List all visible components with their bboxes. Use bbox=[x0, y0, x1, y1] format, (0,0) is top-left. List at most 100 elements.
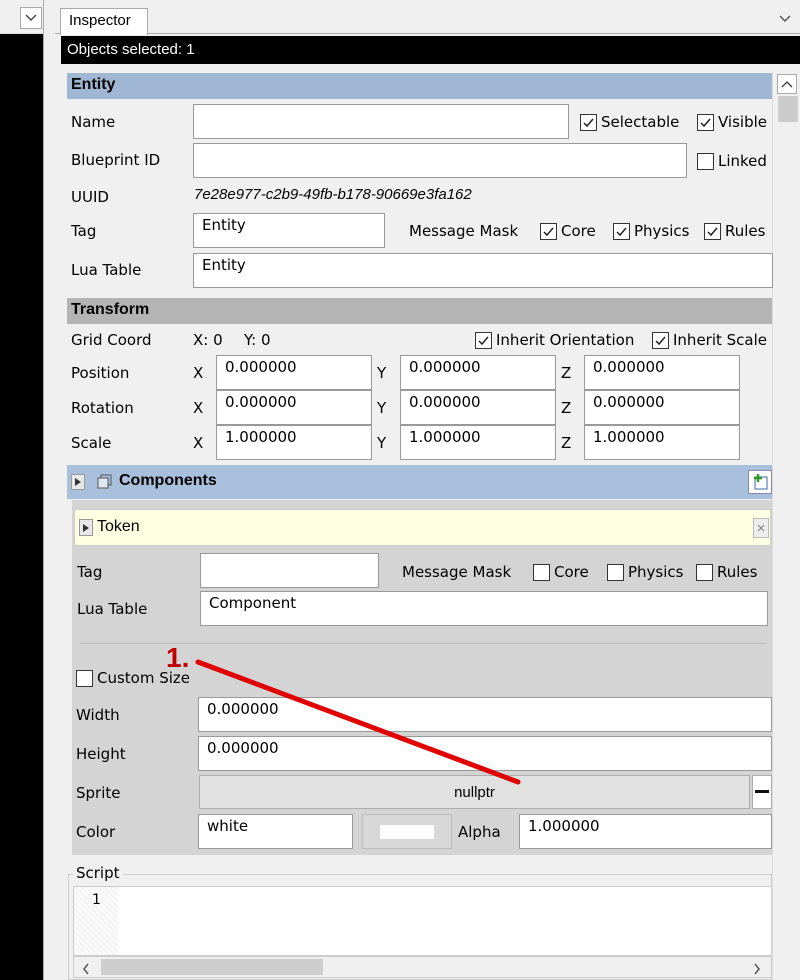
checkbox-box bbox=[533, 563, 550, 581]
checkbox-box bbox=[697, 152, 714, 170]
sprite-value: nullptr bbox=[454, 783, 495, 801]
rules-checkbox[interactable]: Rules bbox=[704, 222, 765, 240]
linked-label: Linked bbox=[718, 152, 767, 170]
color-input[interactable]: white bbox=[198, 814, 353, 849]
width-label: Width bbox=[76, 706, 120, 724]
visible-checkbox[interactable]: Visible bbox=[697, 113, 767, 131]
vertical-scrollbar[interactable] bbox=[772, 72, 800, 980]
axis-x-label: X bbox=[193, 399, 204, 417]
scroll-right-button[interactable] bbox=[753, 961, 761, 979]
scale-x-input[interactable]: 1.000000 bbox=[216, 425, 372, 460]
remove-component-button[interactable] bbox=[753, 518, 769, 538]
width-input[interactable]: 0.000000 bbox=[198, 697, 772, 732]
lua-table-input[interactable]: Entity bbox=[193, 253, 773, 288]
component-physics-checkbox[interactable]: Physics bbox=[607, 563, 683, 581]
token-expand-toggle[interactable] bbox=[79, 519, 93, 536]
uuid-value: 7e28e977-c2b9-49fb-b178-90669e3fa162 bbox=[194, 186, 472, 203]
height-input[interactable]: 0.000000 bbox=[198, 736, 772, 771]
horizontal-scroll-thumb[interactable] bbox=[101, 959, 323, 975]
checkbox-box bbox=[76, 669, 93, 687]
grid-coord-label: Grid Coord bbox=[71, 331, 152, 349]
token-component-header[interactable]: Token bbox=[74, 509, 771, 546]
script-label: Script bbox=[73, 864, 123, 882]
components-header[interactable]: Components bbox=[67, 465, 772, 499]
entity-header[interactable]: Entity bbox=[67, 73, 772, 99]
position-z-input[interactable]: 0.000000 bbox=[584, 355, 740, 390]
component-core-checkbox[interactable]: Core bbox=[533, 563, 589, 581]
checkbox-box bbox=[613, 222, 630, 240]
checkbox-box bbox=[697, 113, 714, 131]
inherit-orientation-checkbox[interactable]: Inherit Orientation bbox=[475, 331, 634, 349]
blueprint-id-input[interactable] bbox=[193, 143, 687, 178]
visible-label: Visible bbox=[718, 113, 767, 131]
uuid-label: UUID bbox=[71, 188, 109, 206]
tag-label: Tag bbox=[71, 222, 97, 240]
axis-y-label: Y bbox=[377, 434, 387, 452]
inherit-scale-checkbox[interactable]: Inherit Scale bbox=[652, 331, 767, 349]
scale-y-input[interactable]: 1.000000 bbox=[400, 425, 556, 460]
scroll-up-button[interactable] bbox=[777, 74, 797, 94]
scale-z-input[interactable]: 1.000000 bbox=[584, 425, 740, 460]
check-icon bbox=[583, 118, 594, 127]
checkbox-box bbox=[540, 222, 557, 240]
clear-sprite-button[interactable] bbox=[752, 775, 772, 809]
token-label: Token bbox=[97, 518, 140, 535]
triangle-right-icon bbox=[83, 523, 89, 532]
scroll-left-button[interactable] bbox=[82, 961, 90, 979]
component-lua-table-input[interactable]: Component bbox=[200, 591, 768, 626]
check-icon bbox=[543, 227, 554, 236]
sprite-label: Sprite bbox=[76, 784, 121, 802]
rotation-x-input[interactable]: 0.000000 bbox=[216, 390, 372, 425]
axis-z-label: Z bbox=[561, 364, 572, 382]
core-checkbox[interactable]: Core bbox=[540, 222, 596, 240]
checkbox-box bbox=[704, 222, 721, 240]
name-input[interactable] bbox=[193, 104, 569, 139]
sprite-picker-button[interactable]: nullptr bbox=[199, 775, 750, 809]
script-horizontal-scrollbar[interactable] bbox=[73, 956, 772, 978]
tab-inspector[interactable]: Inspector bbox=[60, 8, 148, 35]
linked-checkbox[interactable]: Linked bbox=[697, 152, 767, 170]
inherit-scale-label: Inherit Scale bbox=[673, 331, 768, 349]
axis-y-label: Y bbox=[377, 364, 387, 382]
script-editor[interactable]: 1 bbox=[73, 886, 772, 956]
checkbox-box bbox=[696, 563, 713, 581]
component-tag-label: Tag bbox=[77, 563, 103, 581]
chevron-down-icon bbox=[25, 14, 37, 21]
rotation-y-input[interactable]: 0.000000 bbox=[400, 390, 556, 425]
rules-label: Rules bbox=[725, 222, 766, 240]
component-rules-checkbox[interactable]: Rules bbox=[696, 563, 757, 581]
position-y-input[interactable]: 0.000000 bbox=[400, 355, 556, 390]
tab-menu-button[interactable] bbox=[778, 10, 792, 28]
rotation-label: Rotation bbox=[71, 399, 134, 417]
alpha-input[interactable]: 1.000000 bbox=[519, 814, 772, 849]
check-icon bbox=[655, 336, 666, 345]
name-label: Name bbox=[71, 113, 116, 131]
transform-header-label: Transform bbox=[71, 301, 150, 318]
position-x-input[interactable]: 0.000000 bbox=[216, 355, 372, 390]
physics-checkbox[interactable]: Physics bbox=[613, 222, 689, 240]
tab-inspector-label: Inspector bbox=[69, 12, 131, 29]
color-label: Color bbox=[76, 823, 116, 841]
color-swatch-button[interactable] bbox=[362, 814, 452, 849]
component-tag-input[interactable] bbox=[200, 553, 379, 588]
checkbox-box bbox=[475, 331, 492, 349]
scroll-thumb[interactable] bbox=[778, 96, 798, 122]
color-swatch bbox=[380, 824, 434, 839]
grid-coord-x: X: 0 bbox=[193, 331, 223, 349]
left-panel bbox=[0, 0, 43, 980]
expand-toggle[interactable] bbox=[71, 474, 85, 490]
triangle-right-icon bbox=[75, 478, 81, 486]
left-dropdown-button[interactable] bbox=[20, 7, 42, 29]
rotation-z-input[interactable]: 0.000000 bbox=[584, 390, 740, 425]
add-component-button[interactable] bbox=[748, 470, 772, 494]
alpha-label: Alpha bbox=[458, 823, 501, 841]
tag-input[interactable]: Entity bbox=[193, 213, 385, 248]
check-icon bbox=[616, 227, 627, 236]
left-panel-header bbox=[0, 0, 43, 34]
transform-header[interactable]: Transform bbox=[67, 298, 772, 324]
tab-bar bbox=[55, 0, 800, 34]
selectable-checkbox[interactable]: Selectable bbox=[580, 113, 679, 131]
grid-coord-y: Y: 0 bbox=[244, 331, 271, 349]
panel-splitter[interactable] bbox=[43, 0, 55, 980]
entity-header-label: Entity bbox=[71, 76, 116, 93]
